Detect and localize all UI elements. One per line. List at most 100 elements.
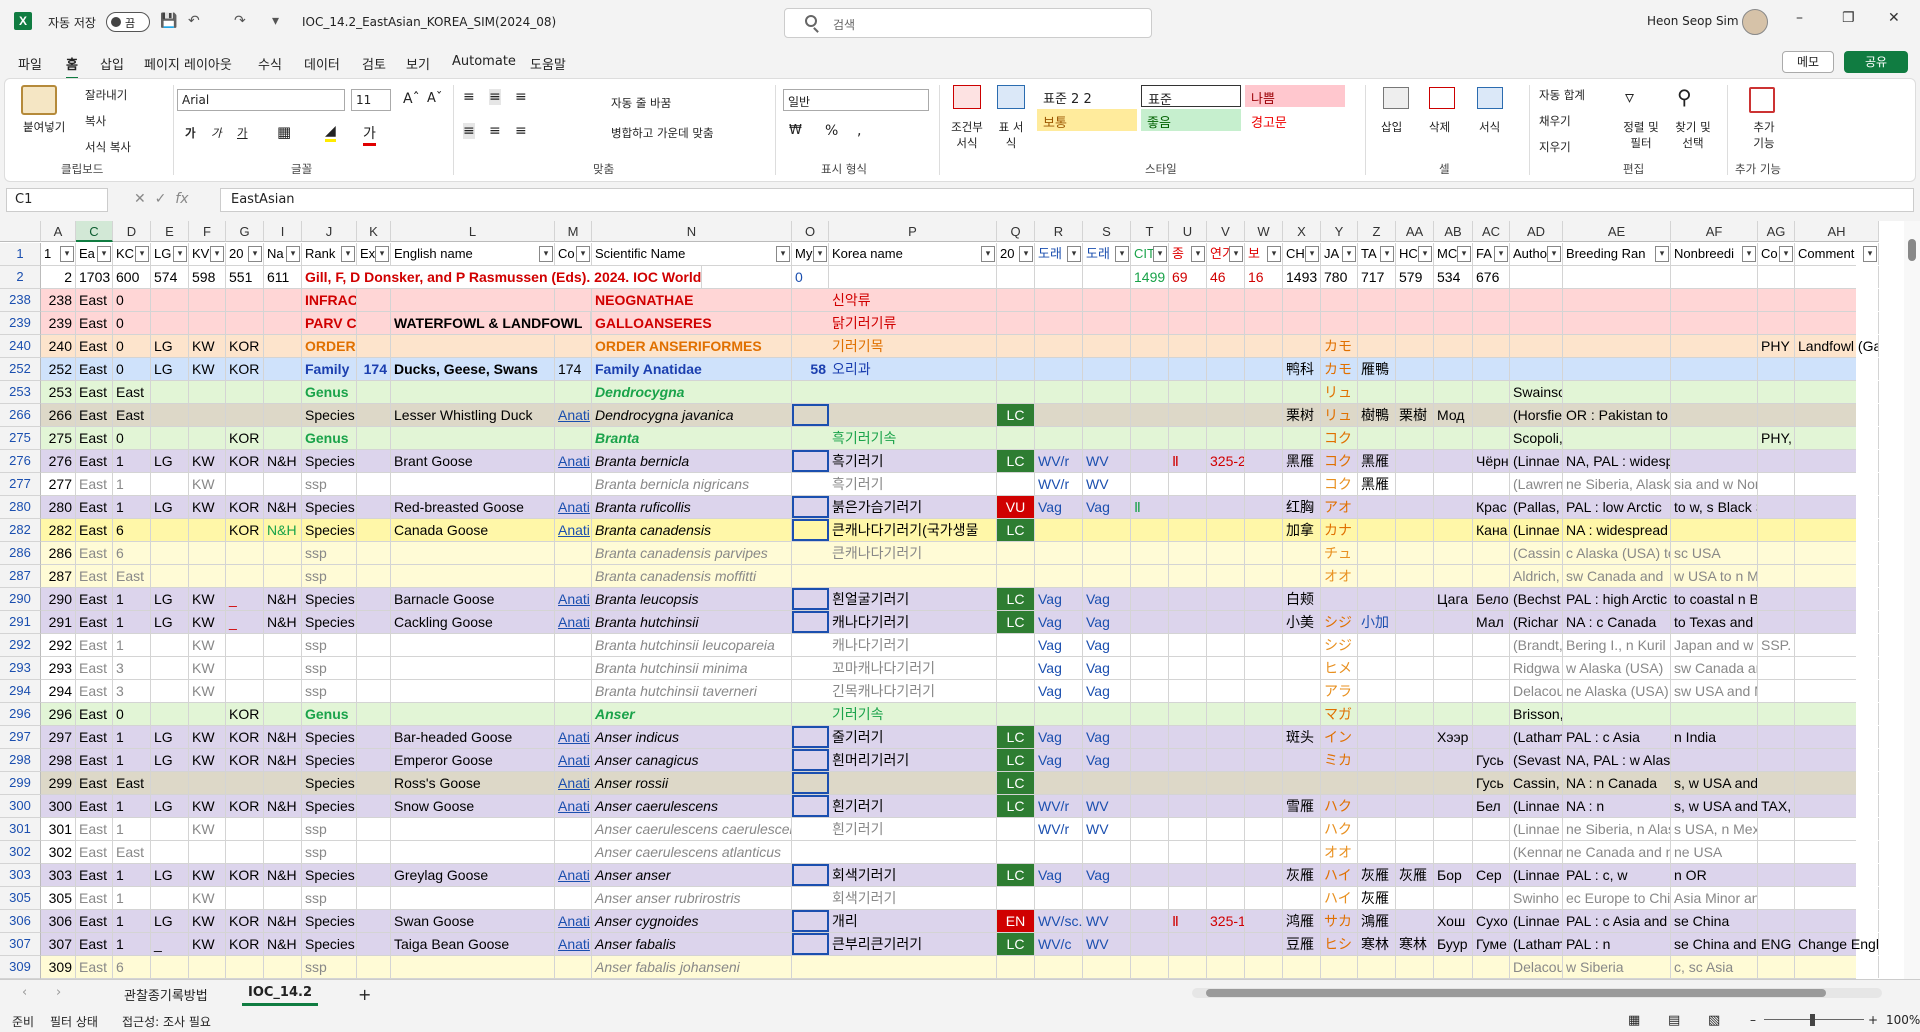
cell-AF[interactable] (1671, 335, 1758, 357)
cell-T[interactable] (1131, 542, 1169, 564)
cell-X[interactable]: 白颊 (1283, 588, 1321, 610)
cell-L[interactable]: Ross's Goose (391, 772, 555, 794)
cell-AE[interactable]: PAL : n (1563, 933, 1671, 955)
cell-L[interactable]: Ducks, Geese, Swans (391, 358, 555, 380)
cell-E[interactable]: LG (151, 864, 189, 886)
document-title[interactable]: IOC_14.2_EastAsian_KOREA_SIM(2024_08) (302, 15, 556, 29)
cell-P[interactable] (829, 841, 997, 863)
cell-T[interactable] (1131, 289, 1169, 311)
cell-K[interactable] (357, 473, 391, 495)
cell-Y[interactable] (1321, 312, 1358, 334)
cell-AF[interactable]: w USA to n Mexico (1671, 565, 1758, 587)
cell-T[interactable] (1131, 887, 1169, 909)
cell-Y[interactable] (1321, 772, 1358, 794)
cell-A[interactable]: 298 (41, 749, 76, 771)
cell-J[interactable]: Genus (302, 427, 357, 449)
cell-AH[interactable] (1795, 864, 1879, 886)
cell-T[interactable] (1131, 956, 1169, 978)
cell-U[interactable]: Ⅱ (1169, 910, 1207, 932)
cell-D[interactable]: 0 (113, 335, 151, 357)
cell-AB[interactable] (1434, 289, 1473, 311)
cell-AB[interactable]: Цага (1434, 588, 1473, 610)
cell-A[interactable]: 297 (41, 726, 76, 748)
cell-T[interactable]: CIT (1131, 243, 1169, 265)
cell-F[interactable]: KW (189, 818, 226, 840)
cell-AA[interactable] (1396, 427, 1434, 449)
sheet-tab-ioc[interactable]: IOC_14.2 (242, 985, 319, 1006)
increase-font-icon[interactable]: Aˆ (403, 91, 420, 107)
cell-AG[interactable] (1758, 519, 1795, 541)
cell-N[interactable]: Branta bernicla nigricans (592, 473, 792, 495)
cell-AH[interactable] (1795, 404, 1879, 426)
column-header[interactable]: P (829, 221, 997, 242)
cell-E[interactable] (151, 404, 189, 426)
cell-T[interactable] (1131, 680, 1169, 702)
cell-AC[interactable] (1473, 404, 1510, 426)
cell-J[interactable]: Gill, F, D Donsker, and P Rasmussen (Eds… (302, 266, 702, 288)
cell-AD[interactable]: (Linnae (1510, 910, 1563, 932)
cell-R[interactable] (1035, 703, 1083, 725)
cell-AB[interactable]: Буур (1434, 933, 1473, 955)
cell-S[interactable] (1083, 772, 1131, 794)
cell-Z[interactable]: 黑雁 (1358, 473, 1396, 495)
cell-K[interactable] (357, 542, 391, 564)
cell-W[interactable] (1245, 772, 1283, 794)
column-header[interactable]: O (792, 221, 829, 242)
cell-L[interactable] (391, 703, 555, 725)
cell-R[interactable]: WV/r (1035, 450, 1083, 472)
cell-S[interactable] (1083, 312, 1131, 334)
cell-AC[interactable]: Бело (1473, 588, 1510, 610)
cell-K[interactable] (357, 634, 391, 656)
cell-Z[interactable] (1358, 335, 1396, 357)
row-header[interactable]: 277 (0, 473, 41, 496)
cell-S[interactable]: Vag (1083, 864, 1131, 886)
style-neutral[interactable]: 보통 (1037, 109, 1137, 131)
cell-Z[interactable] (1358, 519, 1396, 541)
cell-A[interactable]: 307 (41, 933, 76, 955)
cell-W[interactable] (1245, 611, 1283, 633)
cell-AB[interactable] (1434, 381, 1473, 403)
cell-A[interactable]: 2 (41, 266, 76, 288)
cell-S[interactable] (1083, 289, 1131, 311)
cell-A[interactable]: 252 (41, 358, 76, 380)
cell-C[interactable]: East (76, 703, 113, 725)
cell-AB[interactable] (1434, 841, 1473, 863)
align-middle-icon[interactable]: ≡ (489, 89, 501, 105)
cell-T[interactable] (1131, 864, 1169, 886)
row-header[interactable]: 302 (0, 841, 41, 864)
cell-K[interactable] (357, 404, 391, 426)
cell-AH[interactable] (1795, 542, 1879, 564)
cell-E[interactable] (151, 473, 189, 495)
cell-J[interactable]: Species (302, 519, 357, 541)
cell-D[interactable]: 1 (113, 749, 151, 771)
cell-T[interactable] (1131, 818, 1169, 840)
tab-file[interactable]: 파일 (18, 54, 42, 73)
cell-P[interactable]: 흑기러기속 (829, 427, 997, 449)
cell-X[interactable] (1283, 542, 1321, 564)
cell-G[interactable]: KOR (226, 910, 264, 932)
cell-E[interactable] (151, 427, 189, 449)
cell-A[interactable]: 277 (41, 473, 76, 495)
cell-Q[interactable]: LC (997, 726, 1035, 748)
fill-button[interactable]: 채우기 (1539, 113, 1571, 129)
cell-R[interactable]: Vag (1035, 749, 1083, 771)
cell-A[interactable]: 253 (41, 381, 76, 403)
cell-AB[interactable] (1434, 335, 1473, 357)
cell-C[interactable]: 1703 (76, 266, 113, 288)
cell-AC[interactable] (1473, 312, 1510, 334)
cell-G[interactable] (226, 772, 264, 794)
column-header[interactable]: AG (1758, 221, 1795, 242)
cell-AH[interactable] (1795, 657, 1879, 679)
cell-Q[interactable]: LC (997, 795, 1035, 817)
cell-AH[interactable] (1795, 565, 1879, 587)
cell-Q[interactable]: LC (997, 772, 1035, 794)
cell-W[interactable] (1245, 933, 1283, 955)
cell-AE[interactable] (1563, 358, 1671, 380)
cell-U[interactable] (1169, 289, 1207, 311)
cell-S[interactable]: Vag (1083, 496, 1131, 518)
cell-AC[interactable]: Гусь (1473, 772, 1510, 794)
cell-K[interactable] (357, 818, 391, 840)
cell-Y[interactable]: チュ (1321, 542, 1358, 564)
cell-X[interactable] (1283, 634, 1321, 656)
cell-G[interactable] (226, 289, 264, 311)
